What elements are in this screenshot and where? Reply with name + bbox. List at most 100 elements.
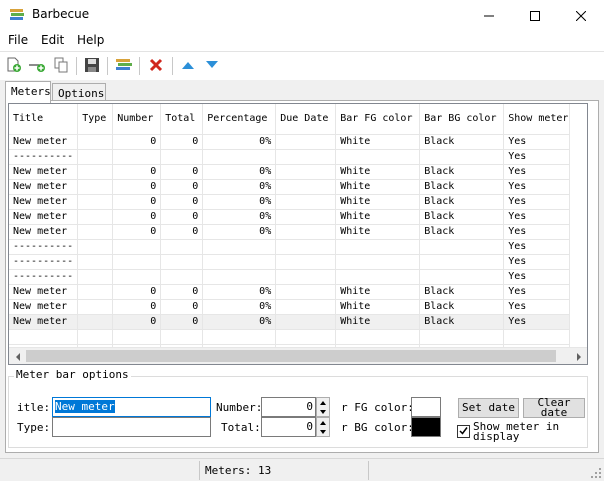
cell-show-meter[interactable]: Yes <box>503 209 571 225</box>
duplicate-button[interactable] <box>51 56 71 76</box>
cell-total[interactable]: 0 <box>160 284 204 300</box>
cell-bar-bg-color[interactable]: Black <box>419 194 505 210</box>
table-row[interactable]: New meter 0 0 0% White Black Yes <box>9 134 571 150</box>
cell-show-meter[interactable]: Yes <box>503 269 571 285</box>
cell-type[interactable] <box>77 299 114 315</box>
close-button[interactable] <box>558 0 604 31</box>
cell-total[interactable] <box>160 269 204 285</box>
new-separator-button[interactable] <box>27 56 47 76</box>
cell-title[interactable]: ---------- <box>9 239 79 255</box>
cell-number[interactable]: 0 <box>112 209 162 225</box>
menu-help[interactable]: Help <box>77 33 104 47</box>
table-row[interactable]: New meter 0 0 0% White Black Yes <box>9 224 571 240</box>
cell-due-date[interactable] <box>275 194 337 210</box>
cell-due-date[interactable] <box>275 314 337 330</box>
cell-total[interactable]: 0 <box>160 179 204 195</box>
scroll-right-icon[interactable] <box>570 348 587 364</box>
cell-total[interactable]: 0 <box>160 194 204 210</box>
cell-number[interactable]: 0 <box>112 299 162 315</box>
table-row[interactable]: ---------- Yes <box>9 254 571 270</box>
cell-percentage[interactable]: 0% <box>202 209 277 225</box>
cell-due-date[interactable] <box>275 164 337 180</box>
cell-show-meter[interactable]: Yes <box>503 149 571 165</box>
cell-bar-bg-color[interactable]: Black <box>419 284 505 300</box>
menu-edit[interactable]: Edit <box>41 33 64 47</box>
spin-up-icon[interactable] <box>317 398 329 407</box>
table-row[interactable]: ---------- Yes <box>9 269 571 285</box>
delete-button[interactable] <box>146 56 166 76</box>
cell-due-date[interactable] <box>275 299 337 315</box>
bg-color-swatch[interactable] <box>411 417 441 437</box>
table-row[interactable]: New meter 0 0 0% White Black Yes <box>9 299 571 315</box>
maximize-button[interactable] <box>512 0 558 31</box>
cell-title[interactable]: ---------- <box>9 254 79 270</box>
cell-type[interactable] <box>77 284 114 300</box>
table-row[interactable]: ---------- Yes <box>9 149 571 165</box>
cell-bar-bg-color[interactable]: Black <box>419 179 505 195</box>
cell-bar-fg-color[interactable]: White <box>335 299 421 315</box>
cell-bar-fg-color[interactable]: White <box>335 194 421 210</box>
cell-title[interactable]: New meter <box>9 194 79 210</box>
cell-number[interactable] <box>112 269 162 285</box>
cell-type[interactable] <box>77 164 114 180</box>
cell-bar-fg-color[interactable]: White <box>335 164 421 180</box>
cell-bar-fg-color[interactable] <box>335 254 421 270</box>
cell-percentage[interactable] <box>202 254 277 270</box>
cell-show-meter[interactable]: Yes <box>503 314 571 330</box>
cell-percentage[interactable]: 0% <box>202 134 277 150</box>
cell-number[interactable] <box>112 254 162 270</box>
cell-title[interactable]: ---------- <box>9 149 79 165</box>
cell-bar-fg-color[interactable] <box>335 149 421 165</box>
cell-due-date[interactable] <box>275 179 337 195</box>
table-row[interactable]: New meter 0 0 0% White Black Yes <box>9 209 571 225</box>
cell-type[interactable] <box>77 224 114 240</box>
column-header-show-meter[interactable]: Show meter <box>503 104 571 135</box>
cell-number[interactable]: 0 <box>112 314 162 330</box>
cell-type[interactable] <box>77 179 114 195</box>
cell-bar-fg-color[interactable]: White <box>335 179 421 195</box>
cell-due-date[interactable] <box>275 239 337 255</box>
cell-percentage[interactable] <box>202 269 277 285</box>
cell-percentage[interactable]: 0% <box>202 284 277 300</box>
cell-type[interactable] <box>77 134 114 150</box>
cell-total[interactable]: 0 <box>160 224 204 240</box>
cell-show-meter[interactable]: Yes <box>503 284 571 300</box>
table-row[interactable]: ---------- Yes <box>9 239 571 255</box>
cell-show-meter[interactable]: Yes <box>503 134 571 150</box>
number-input[interactable]: 0 <box>261 397 316 417</box>
cell-due-date[interactable] <box>275 134 337 150</box>
table-row[interactable]: New meter 0 0 0% White Black Yes <box>9 194 571 210</box>
cell-due-date[interactable] <box>275 269 337 285</box>
cell-type[interactable] <box>77 314 114 330</box>
cell-show-meter[interactable]: Yes <box>503 164 571 180</box>
cell-bar-fg-color[interactable] <box>335 239 421 255</box>
cell-number[interactable]: 0 <box>112 179 162 195</box>
cell-percentage[interactable]: 0% <box>202 194 277 210</box>
clear-date-button[interactable]: Clear date <box>523 397 585 418</box>
cell-bar-bg-color[interactable]: Black <box>419 299 505 315</box>
fg-color-swatch[interactable] <box>411 397 441 417</box>
cell-bar-fg-color[interactable]: White <box>335 314 421 330</box>
cell-type[interactable] <box>77 239 114 255</box>
cell-number[interactable]: 0 <box>112 164 162 180</box>
cell-title[interactable]: New meter <box>9 209 79 225</box>
save-button[interactable] <box>82 56 102 76</box>
cell-title[interactable]: New meter <box>9 134 79 150</box>
total-input[interactable]: 0 <box>261 417 316 437</box>
column-header-due-date[interactable]: Due Date <box>275 104 337 135</box>
cell-type[interactable] <box>77 254 114 270</box>
cell-total[interactable] <box>160 254 204 270</box>
type-input[interactable] <box>52 417 211 437</box>
cell-due-date[interactable] <box>275 284 337 300</box>
set-date-button[interactable]: Set date <box>458 398 519 418</box>
table-row[interactable]: New meter 0 0 0% White Black Yes <box>9 284 571 300</box>
spin-down-icon[interactable] <box>317 407 329 416</box>
cell-number[interactable]: 0 <box>112 134 162 150</box>
minimize-button[interactable] <box>466 0 512 31</box>
cell-total[interactable] <box>160 149 204 165</box>
cell-bar-fg-color[interactable]: White <box>335 134 421 150</box>
cell-bar-bg-color[interactable]: Black <box>419 164 505 180</box>
cell-number[interactable]: 0 <box>112 194 162 210</box>
number-spinner[interactable] <box>316 397 330 417</box>
cell-number[interactable] <box>112 239 162 255</box>
